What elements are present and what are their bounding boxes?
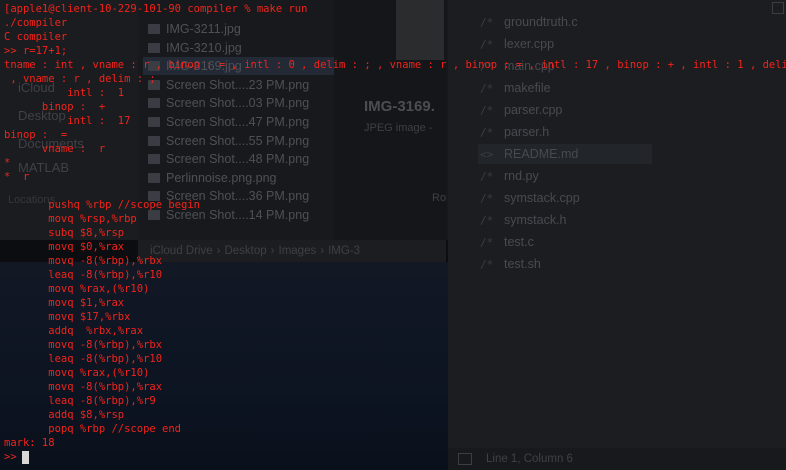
- terminal-line: tname : int , vname : r , binop : = , in…: [4, 59, 786, 71]
- terminal-line: >> r=17+1;: [4, 45, 68, 57]
- terminal-line: pushq %rbp //scope begin: [4, 199, 200, 211]
- terminal-line: C compiler: [4, 31, 68, 43]
- terminal-line: movq %rax,(%r10): [4, 283, 150, 295]
- terminal-line: binop : +: [4, 101, 106, 113]
- terminal-line: movq $17,%rbx: [4, 311, 131, 323]
- terminal-line: subq $8,%rsp: [4, 227, 125, 239]
- terminal-line: movq -8(%rbp),%rbx: [4, 255, 163, 267]
- terminal-line: leaq -8(%rbp),%r9: [4, 395, 156, 407]
- terminal-line: movq %rsp,%rbp: [4, 213, 137, 225]
- terminal-line: * r: [4, 171, 30, 183]
- terminal-line: >>: [4, 451, 23, 463]
- terminal-line: intl : 17: [4, 115, 131, 127]
- terminal-line: leaq -8(%rbp),%r10: [4, 353, 163, 365]
- terminal-line: movq $1,%rax: [4, 297, 125, 309]
- terminal-line: mark: 18: [4, 437, 55, 449]
- terminal-line: ./compiler: [4, 17, 68, 29]
- terminal-line: intl : 1: [4, 87, 125, 99]
- terminal-line: movq -8(%rbp),%rbx: [4, 339, 163, 351]
- terminal-line: movq $0,%rax: [4, 241, 125, 253]
- terminal-window[interactable]: [apple1@client-10-229-101-90 compiler % …: [4, 2, 786, 468]
- terminal-line: *: [4, 157, 11, 169]
- terminal-line: movq -8(%rbp),%rax: [4, 381, 163, 393]
- terminal-line: leaq -8(%rbp),%r10: [4, 269, 163, 281]
- terminal-line: movq %rax,(%r10): [4, 367, 150, 379]
- terminal-line: popq %rbp //scope end: [4, 423, 182, 435]
- terminal-line: binop : =: [4, 129, 68, 141]
- terminal-cursor: [22, 451, 29, 464]
- terminal-line: vname : r: [4, 143, 106, 155]
- terminal-line: addq $8,%rsp: [4, 409, 125, 421]
- terminal-line: addq %rbx,%rax: [4, 325, 144, 337]
- terminal-line: , vname : r , delim : ;: [4, 73, 156, 85]
- terminal-line: [apple1@client-10-229-101-90 compiler % …: [4, 3, 308, 15]
